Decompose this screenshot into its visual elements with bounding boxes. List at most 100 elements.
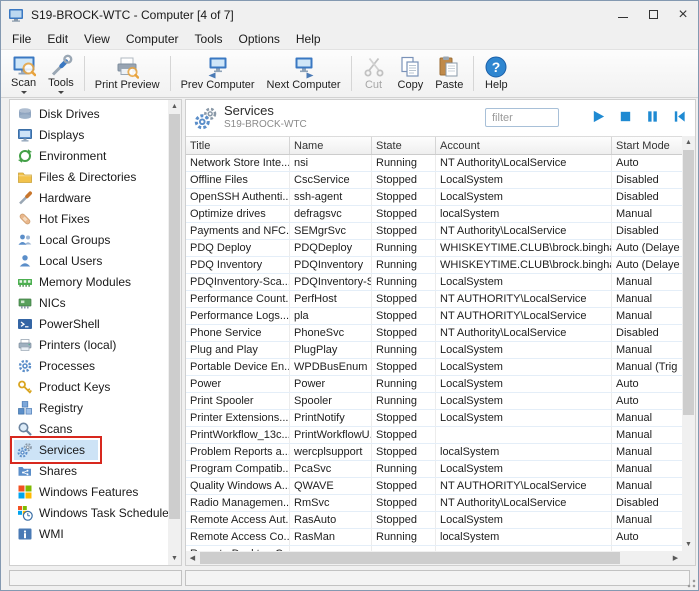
sidebar-item[interactable]: Hot Fixes [10, 208, 168, 229]
sidebar-item[interactable]: Processes [10, 355, 168, 376]
maximize-button[interactable] [638, 1, 668, 28]
table-row[interactable]: Quality Windows A... QWAVE Stopped NT AU… [186, 478, 682, 495]
restart-service-button[interactable] [672, 109, 687, 124]
sidebar-item[interactable]: Displays [10, 124, 168, 145]
table-row[interactable]: Performance Count... PerfHost Stopped NT… [186, 291, 682, 308]
scroll-down-arrow[interactable]: ▼ [682, 538, 695, 551]
cell-state: Running [372, 240, 436, 256]
horizontal-scrollbar-thumb[interactable] [200, 552, 620, 564]
sidebar-item-label: Product Keys [39, 379, 111, 394]
print-preview-button[interactable]: Print Preview [89, 52, 166, 95]
sidebar-item[interactable]: Registry [10, 397, 168, 418]
sidebar-item-label: NICs [39, 295, 66, 310]
sidebar-item[interactable]: Local Users [10, 250, 168, 271]
tools-button[interactable]: Tools [42, 52, 80, 95]
help-button[interactable]: Help [478, 52, 514, 95]
table-row[interactable]: Portable Device En... WPDBusEnum Stopped… [186, 359, 682, 376]
pause-service-button[interactable] [645, 109, 660, 124]
column-header[interactable]: State [372, 137, 436, 154]
sidebar-scrollbar[interactable]: ▲ ▼ [168, 100, 181, 565]
cell-title: Phone Service [186, 325, 290, 341]
sidebar-item[interactable]: Product Keys [10, 376, 168, 397]
table-row[interactable]: Offline Files CscService Stopped LocalSy… [186, 172, 682, 189]
menu-item[interactable]: Options [231, 29, 288, 49]
table-row[interactable]: Phone Service PhoneSvc Stopped NT Author… [186, 325, 682, 342]
table-row[interactable]: Program Compatib... PcaSvc Running Local… [186, 461, 682, 478]
column-header[interactable]: Name [290, 137, 372, 154]
sidebar-item[interactable]: Windows Task Schedules [10, 502, 168, 523]
copy-button[interactable]: Copy [392, 52, 430, 95]
table-row[interactable]: PDQ Inventory PDQInventory Running WHISK… [186, 257, 682, 274]
table-row[interactable]: PDQInventory-Sca... PDQInventory-S... Ru… [186, 274, 682, 291]
sidebar-item[interactable]: Printers (local) [10, 334, 168, 355]
sidebar-item[interactable]: WMI [10, 523, 168, 544]
table-row[interactable]: Payments and NFC... SEMgrSvc Stopped NT … [186, 223, 682, 240]
table-row[interactable]: Power Power Running LocalSystem Auto [186, 376, 682, 393]
column-header[interactable]: Start Mode [612, 137, 682, 154]
table-row[interactable]: Print Spooler Spooler Running LocalSyste… [186, 393, 682, 410]
sidebar-item-icon [17, 169, 33, 185]
cell-title: Payments and NFC... [186, 223, 290, 239]
column-header[interactable]: Account [436, 137, 612, 154]
prev-computer-button[interactable]: Prev Computer [175, 52, 261, 95]
table-row[interactable]: Radio Managemen... RmSvc Stopped NT Auth… [186, 495, 682, 512]
scroll-right-arrow[interactable]: ▶ [669, 551, 682, 565]
table-row[interactable]: PDQ Deploy PDQDeploy Running WHISKEYTIME… [186, 240, 682, 257]
menu-item[interactable]: View [76, 29, 118, 49]
table-horizontal-scrollbar[interactable]: ◀ ▶ [186, 551, 682, 565]
column-header[interactable]: Title [186, 137, 290, 154]
sidebar-item[interactable]: Scans [10, 418, 168, 439]
sidebar-item[interactable]: Hardware [10, 187, 168, 208]
scroll-down-arrow[interactable]: ▼ [168, 552, 181, 565]
sidebar-item[interactable]: PowerShell [10, 313, 168, 334]
scroll-up-arrow[interactable]: ▲ [168, 100, 181, 113]
stop-service-button[interactable] [618, 109, 633, 124]
menu-item[interactable]: Edit [39, 29, 76, 49]
scroll-up-arrow[interactable]: ▲ [682, 136, 695, 149]
table-row[interactable]: Remote Access Co... RasMan Running local… [186, 529, 682, 546]
cell-start-mode: Manual [616, 480, 653, 492]
menu-item[interactable]: File [4, 29, 39, 49]
sidebar-scrollbar-thumb[interactable] [169, 114, 180, 519]
sidebar-item[interactable]: NICs [10, 292, 168, 313]
menu-item[interactable]: Help [288, 29, 329, 49]
table-row[interactable]: Performance Logs... pla Stopped NT AUTHO… [186, 308, 682, 325]
sidebar-item-icon [17, 400, 33, 416]
scan-button[interactable]: Scan [5, 52, 42, 95]
table-row[interactable]: Network Store Inte... nsi Running NT Aut… [186, 155, 682, 172]
table-row[interactable]: Plug and Play PlugPlay Running LocalSyst… [186, 342, 682, 359]
table-row[interactable]: Optimize drives defragsvc Stopped localS… [186, 206, 682, 223]
start-service-button[interactable] [591, 109, 606, 124]
table-row[interactable]: Remote Access Aut... RasAuto Stopped Loc… [186, 512, 682, 529]
menu-item[interactable]: Computer [118, 29, 187, 49]
filter-input[interactable] [485, 108, 559, 127]
table-scrollbar-thumb[interactable] [683, 150, 694, 415]
sidebar-item[interactable]: Files & Directories [10, 166, 168, 187]
sidebar-item[interactable]: Environment [10, 145, 168, 166]
table-row[interactable]: OpenSSH Authenti... ssh-agent Stopped Lo… [186, 189, 682, 206]
table-row[interactable]: Printer Extensions... PrintNotify Stoppe… [186, 410, 682, 427]
table-row[interactable]: PrintWorkflow_13c... PrintWorkflowU... S… [186, 427, 682, 444]
cell-state: Stopped [372, 291, 436, 307]
table-vertical-scrollbar[interactable]: ▲ ▼ [682, 136, 695, 551]
close-button[interactable]: × [668, 1, 698, 28]
sidebar-item[interactable]: Services [10, 435, 168, 464]
sidebar-item[interactable]: Memory Modules [10, 271, 168, 292]
minimize-button[interactable] [608, 1, 638, 28]
table-row[interactable]: Problem Reports a... wercplsupport Stopp… [186, 444, 682, 461]
next-computer-button[interactable]: Next Computer [261, 52, 347, 95]
menu-item[interactable]: Tools [187, 29, 231, 49]
sidebar-item[interactable]: Windows Features [10, 481, 168, 502]
sidebar-item[interactable]: Shares [10, 460, 168, 481]
sidebar-item-icon [17, 442, 33, 458]
scroll-left-arrow[interactable]: ◀ [186, 551, 199, 565]
cut-label: Cut [364, 79, 383, 91]
sidebar-item[interactable]: Disk Drives [10, 103, 168, 124]
cell-start-mode: Disabled [616, 191, 659, 203]
cell-state: Stopped [372, 478, 436, 494]
titlebar[interactable]: S19-BROCK-WTC - Computer [4 of 7] × [1, 1, 698, 28]
paste-button[interactable]: Paste [429, 52, 469, 95]
resize-grip[interactable] [684, 576, 696, 588]
sidebar-item[interactable]: Local Groups [10, 229, 168, 250]
sidebar-item-icon [17, 526, 33, 542]
